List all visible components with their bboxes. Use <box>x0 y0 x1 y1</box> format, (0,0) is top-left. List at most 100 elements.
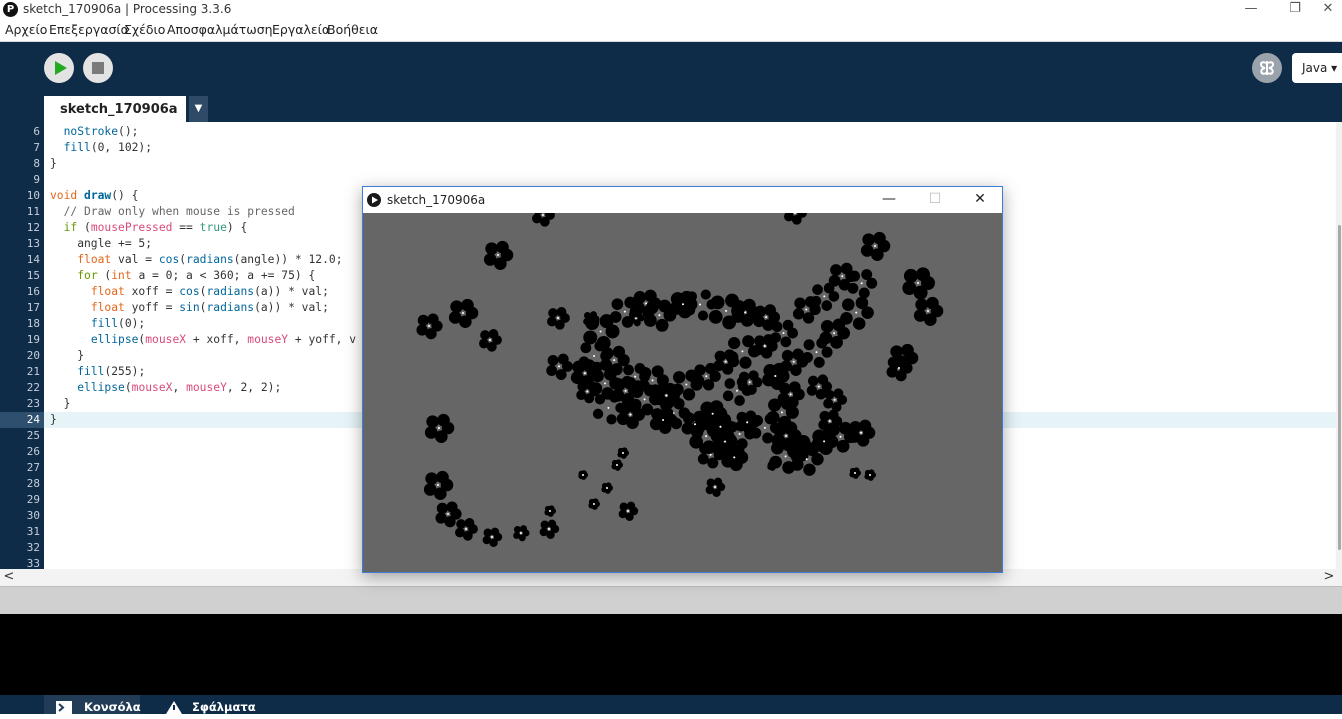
line-number: 18 <box>26 317 40 330</box>
flower-cluster <box>539 519 560 539</box>
sketch-close-button[interactable]: ✕ <box>957 187 1003 213</box>
line-number: 9 <box>33 173 40 186</box>
line-number: 30 <box>26 509 40 522</box>
menu-bar: Αρχείο Επεξεργασία Σχέδιο Αποσφαλμάτωση … <box>0 20 1342 42</box>
toolbar: Java ▾ sketch_170906a ▼ <box>0 42 1342 122</box>
menu-debug[interactable]: Αποσφαλμάτωση <box>167 22 273 37</box>
scroll-right-arrow[interactable]: > <box>1322 569 1336 586</box>
line-number: 14 <box>26 253 40 266</box>
flower-cluster <box>546 353 573 380</box>
line-number: 16 <box>26 285 40 298</box>
console-tab[interactable]: Κονσόλα <box>44 695 141 714</box>
close-button[interactable]: ✕ <box>1314 0 1342 20</box>
sketch-window: sketch_170906a — ☐ ✕ <box>362 186 1003 573</box>
code-line: ellipse(mouseX, mouseY, 2, 2); <box>77 381 282 394</box>
line-number: 20 <box>26 349 40 362</box>
restore-button[interactable]: ❐ <box>1272 0 1318 20</box>
line-number: 10 <box>26 189 40 202</box>
line-number: 24 <box>0 412 44 428</box>
flower-cluster <box>578 470 588 480</box>
line-number: 31 <box>26 525 40 538</box>
sketch-window-title: sketch_170906a <box>387 193 486 207</box>
line-number: 19 <box>26 333 40 346</box>
flower-cluster <box>482 527 503 547</box>
sketch-window-titlebar[interactable]: sketch_170906a — ☐ ✕ <box>363 187 1002 213</box>
code-line: } <box>50 413 57 426</box>
debugger-button[interactable] <box>1252 53 1282 83</box>
flower-cluster <box>617 447 629 459</box>
scroll-left-arrow[interactable]: < <box>2 569 16 586</box>
line-number: 13 <box>26 237 40 250</box>
line-number: 11 <box>26 205 40 218</box>
mode-selector[interactable]: Java ▾ <box>1292 53 1342 83</box>
code-line: if (mousePressed == true) { <box>63 221 248 234</box>
warning-icon <box>166 701 182 714</box>
flower-cluster <box>618 501 639 521</box>
code-line: float val = cos(radians(angle)) * 12.0; <box>77 253 343 266</box>
stop-icon <box>92 62 104 74</box>
sketch-play-icon <box>367 193 381 207</box>
flower-cluster <box>847 269 878 299</box>
menu-file[interactable]: Αρχείο <box>5 22 47 37</box>
tab-sketch[interactable]: sketch_170906a <box>44 96 186 122</box>
line-number: 29 <box>26 493 40 506</box>
code-line: // Draw only when mouse is pressed <box>50 205 295 218</box>
processing-app-icon: P <box>3 2 18 17</box>
sketch-drawing <box>416 213 944 547</box>
errors-tab[interactable]: Σφάλματα <box>152 695 264 714</box>
menu-help[interactable]: Βοήθεια <box>327 22 378 37</box>
code-line: } <box>50 349 85 362</box>
sketch-canvas[interactable] <box>363 213 1002 572</box>
flower-cluster <box>547 307 570 330</box>
play-icon <box>55 61 67 75</box>
line-number: 12 <box>26 221 40 234</box>
sketch-maximize-button[interactable]: ☐ <box>912 187 958 213</box>
run-button[interactable] <box>44 53 74 83</box>
menu-edit[interactable]: Επεξεργασία <box>49 22 129 37</box>
code-line: void draw() { <box>50 189 139 202</box>
flower-cluster <box>784 213 807 225</box>
code-line: ellipse(mouseX + xoff, mouseY + yoff, v <box>90 333 357 346</box>
line-number: 22 <box>26 381 40 394</box>
flower-cluster <box>455 518 478 541</box>
line-number: 28 <box>26 477 40 490</box>
console-tab-label: Κονσόλα <box>84 700 141 714</box>
code-line: fill(0, 102); <box>63 141 153 154</box>
sketch-minimize-button[interactable]: — <box>866 187 912 213</box>
menu-tools[interactable]: Εργαλεία <box>272 22 330 37</box>
flower-cluster <box>840 296 874 330</box>
stop-button[interactable] <box>83 53 113 83</box>
code-line: fill(255); <box>77 365 146 378</box>
code-line: angle += 5; <box>50 237 153 250</box>
flower-cluster <box>513 525 530 542</box>
flower-cluster <box>601 482 613 494</box>
flower-cluster <box>649 406 678 434</box>
line-number: 32 <box>26 541 40 554</box>
flower-cluster <box>588 498 600 510</box>
vertical-scrollbar-thumb[interactable] <box>1338 225 1341 550</box>
flower-cluster <box>544 505 556 517</box>
menu-sketch[interactable]: Σχέδιο <box>124 22 165 37</box>
console-icon <box>56 701 72 714</box>
flower-cluster <box>849 467 861 479</box>
flower-cluster <box>722 376 753 406</box>
code-line: for (int a = 0; a < 360; a += 75) { <box>77 269 316 282</box>
flower-cluster <box>483 240 514 270</box>
flower-cluster <box>424 413 455 443</box>
code-line: } <box>50 157 57 170</box>
code-line: float xoff = cos(radians(a)) * val; <box>90 285 329 298</box>
message-area <box>0 586 1342 615</box>
flower-cluster <box>902 267 935 300</box>
window-title: sketch_170906a | Processing 3.3.6 <box>23 2 232 16</box>
debugger-butterfly-icon <box>1260 61 1274 75</box>
flower-cluster <box>448 298 479 328</box>
flower-cluster <box>416 313 443 340</box>
flower-cluster <box>611 459 623 471</box>
minimize-button[interactable]: — <box>1228 0 1274 20</box>
flower-cluster <box>423 470 454 500</box>
code-line: fill(0); <box>90 317 146 330</box>
tab-menu-button[interactable]: ▼ <box>189 96 208 122</box>
line-number: 17 <box>26 301 40 314</box>
flower-cluster <box>823 388 848 413</box>
flower-cluster <box>479 329 502 352</box>
